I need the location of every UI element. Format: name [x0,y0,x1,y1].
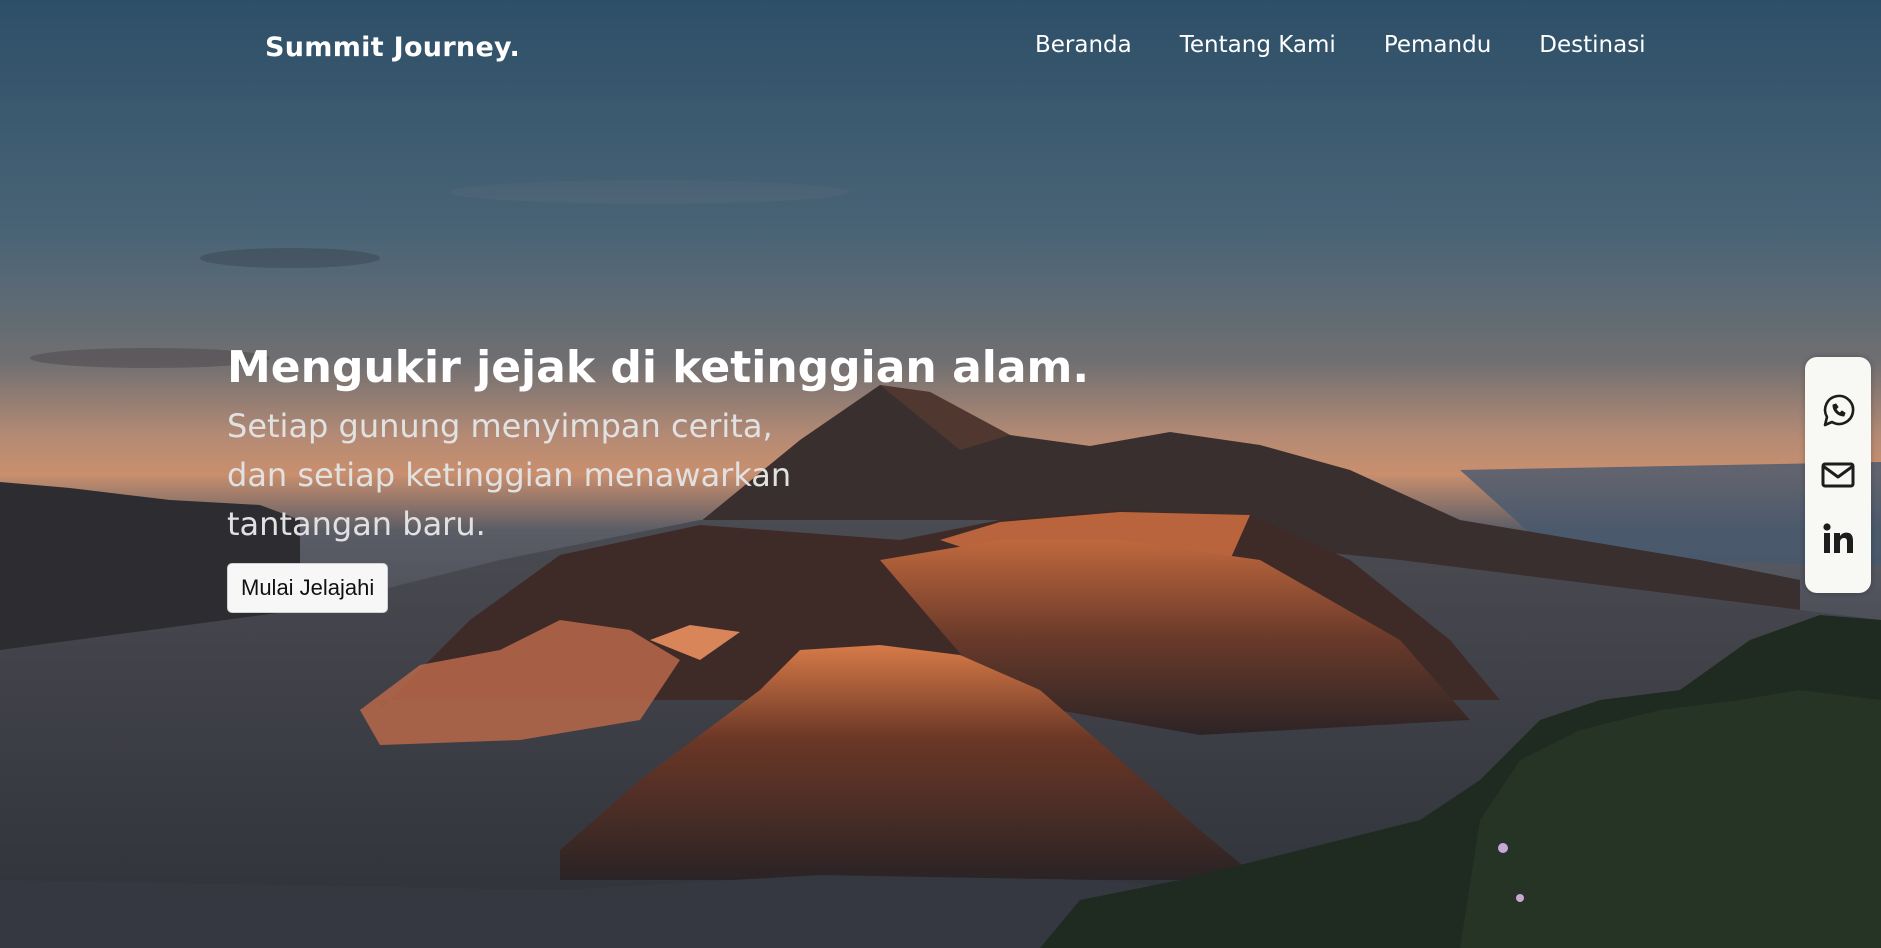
hero-subtitle-line: Setiap gunung menyimpan cerita, [227,407,773,445]
nav-link-destinasi[interactable]: Destinasi [1539,32,1645,58]
brand-logo[interactable]: Summit Journey. [265,32,520,63]
start-exploring-button[interactable]: Mulai Jelajahi [227,563,389,613]
social-sidebar [1805,357,1871,593]
hero-subtitle: Setiap gunung menyimpan cerita, dan seti… [227,402,1127,549]
linkedin-icon[interactable] [1818,519,1858,559]
hero-subtitle-line: tantangan baru. [227,505,486,543]
hero-content: Mengukir jejak di ketinggian alam. Setia… [227,338,1127,613]
nav-link-beranda[interactable]: Beranda [1035,32,1132,58]
nav-link-pemandu[interactable]: Pemandu [1384,32,1491,58]
hero-title: Mengukir jejak di ketinggian alam. [227,342,1090,393]
nav-link-tentang-kami[interactable]: Tentang Kami [1180,32,1336,58]
hero-section: Summit Journey. Beranda Tentang Kami Pem… [0,0,1881,948]
hero-subtitle-line: dan setiap ketinggian menawarkan [227,456,792,494]
whatsapp-icon[interactable] [1818,391,1858,431]
mail-icon[interactable] [1818,455,1858,495]
navbar: Summit Journey. Beranda Tentang Kami Pem… [0,0,1881,96]
nav-links: Beranda Tentang Kami Pemandu Destinasi [1035,32,1646,58]
